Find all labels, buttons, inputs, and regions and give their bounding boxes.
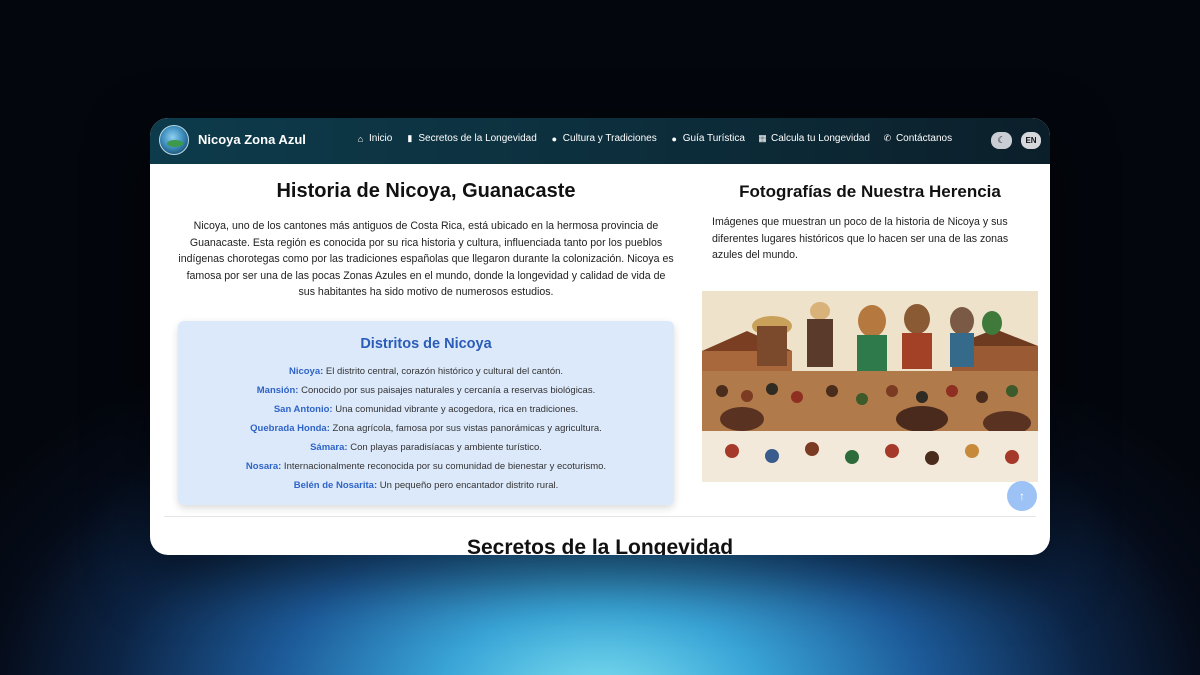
list-item: Sámara: Con playas paradisíacas y ambien…	[178, 438, 674, 457]
district-name: Quebrada Honda:	[250, 423, 330, 434]
nav-item-label: Cultura y Tradiciones	[562, 133, 657, 144]
nav-item-label: Contáctanos	[895, 133, 953, 144]
navbar: Nicoya Zona Azul ⌂ Inicio ▮ Secretos de …	[150, 118, 1050, 164]
logo-icon[interactable]	[159, 125, 189, 155]
nav-item-label: Inicio	[369, 133, 393, 144]
district-name: Belén de Nosarita:	[293, 480, 378, 491]
nav-item-guia[interactable]: ● Guía Turística	[670, 133, 745, 144]
browser-window: Nicoya Zona Azul ⌂ Inicio ▮ Secretos de …	[150, 118, 1050, 555]
district-desc: Un pequeño pero encantador distrito rura…	[377, 480, 559, 491]
nav-item-contactanos[interactable]: ✆ Contáctanos	[883, 133, 952, 144]
arrow-up-icon: ↑	[1019, 489, 1025, 503]
list-item: Belén de Nosarita: Un pequeño pero encan…	[178, 476, 674, 495]
nav-item-label: Calcula tu Longevidad	[770, 133, 870, 144]
list-item: Nosara: Internacionalmente reconocida po…	[178, 457, 674, 476]
nav-item-label: Secretos de la Longevidad	[418, 133, 537, 144]
nav-item-secretos[interactable]: ▮ Secretos de la Longevidad	[405, 133, 536, 144]
gallery-section: Fotografías de Nuestra Herencia Imágenes…	[702, 164, 1038, 482]
gallery-title: Fotografías de Nuestra Herencia	[739, 182, 1001, 201]
gallery-text: Imágenes que muestran un poco de la hist…	[712, 216, 1009, 261]
list-item: Mansión: Conocido por sus paisajes natur…	[178, 381, 674, 400]
district-desc: Zona agrícola, famosa por sus vistas pan…	[329, 423, 602, 434]
festival-illustration	[702, 291, 1038, 482]
district-desc: Conocido por sus paisajes naturales y ce…	[298, 385, 596, 396]
district-desc: Con playas paradisíacas y ambiente turís…	[347, 442, 542, 453]
scroll-top-button[interactable]: ↑	[1007, 481, 1037, 511]
history-section: Historia de Nicoya, Guanacaste Nicoya, u…	[178, 164, 674, 505]
heritage-photo[interactable]	[702, 291, 1038, 482]
nav-item-cultura[interactable]: ● Cultura y Tradiciones	[550, 133, 657, 144]
district-name: Mansión:	[256, 385, 299, 396]
dark-mode-toggle[interactable]: ☾	[991, 132, 1012, 149]
phone-icon: ✆	[883, 133, 892, 143]
district-name: San Antonio:	[273, 404, 333, 415]
nav-item-calcula[interactable]: ▦ Calcula tu Longevidad	[758, 133, 870, 144]
districts-title: Distritos de Nicoya	[360, 336, 492, 352]
calculator-icon: ▦	[758, 133, 767, 143]
nav-item-inicio[interactable]: ⌂ Inicio	[356, 133, 393, 144]
list-item: Nicoya: El distrito central, corazón his…	[178, 362, 674, 381]
districts-card: Distritos de Nicoya Nicoya: El distrito …	[178, 321, 674, 505]
book-icon: ▮	[407, 133, 413, 143]
district-desc: El distrito central, corazón histórico y…	[323, 366, 564, 377]
district-name: Sámara:	[310, 442, 348, 453]
map-marker-icon: ●	[671, 133, 677, 144]
list-item: Quebrada Honda: Zona agrícola, famosa po…	[178, 419, 674, 438]
districts-list: Nicoya: El distrito central, corazón his…	[178, 362, 674, 495]
section-divider	[164, 516, 1036, 517]
district-name: Nosara:	[245, 461, 282, 472]
district-desc: Internacionalmente reconocida por su com…	[281, 461, 607, 472]
page-title: Historia de Nicoya, Guanacaste	[276, 180, 576, 202]
nav-menu: ⌂ Inicio ▮ Secretos de la Longevidad ● C…	[356, 133, 952, 144]
district-name: Nicoya:	[288, 366, 324, 377]
home-icon: ⌂	[357, 133, 364, 144]
next-section-title: Secretos de la Longevidad	[466, 536, 734, 555]
language-button[interactable]: EN	[1021, 132, 1041, 149]
nav-item-label: Guía Turística	[682, 133, 745, 144]
district-desc: Una comunidad vibrante y acogedora, rica…	[332, 404, 579, 415]
brand-name[interactable]: Nicoya Zona Azul	[198, 132, 306, 147]
list-item: San Antonio: Una comunidad vibrante y ac…	[178, 400, 674, 419]
history-text: Nicoya, uno de los cantones más antiguos…	[178, 220, 674, 299]
map-marker-icon: ●	[551, 133, 557, 144]
moon-icon: ☾	[997, 135, 1006, 145]
